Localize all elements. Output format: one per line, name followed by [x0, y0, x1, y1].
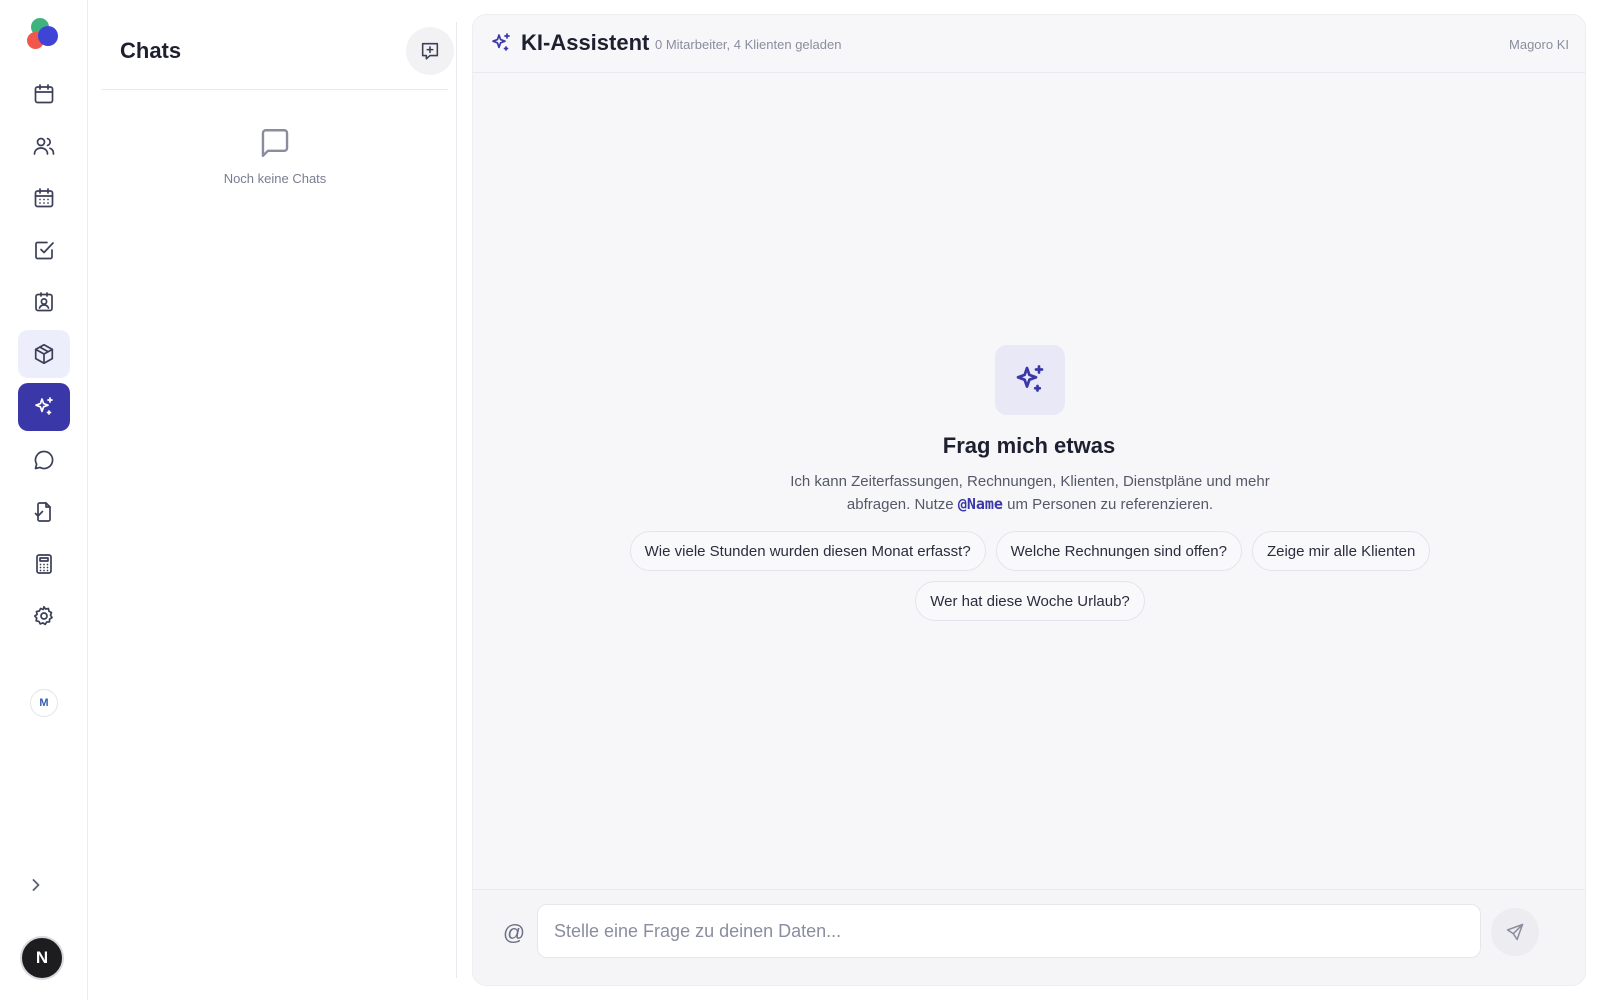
chat-list-header: Chats: [102, 0, 454, 90]
assistant-panel: KI-Assistent 0 Mitarbeiter, 4 Klienten g…: [472, 14, 1586, 986]
brand-label: Magoro KI: [1509, 37, 1569, 52]
send-button[interactable]: [1491, 908, 1539, 956]
calculator-icon[interactable]: [18, 540, 70, 588]
workspace-badge[interactable]: M: [30, 689, 58, 717]
message-square-icon: [261, 129, 289, 157]
sparkles-icon[interactable]: [18, 383, 70, 431]
mention-button[interactable]: @: [501, 920, 527, 946]
users-icon[interactable]: [18, 122, 70, 170]
sparkles-icon: [489, 31, 513, 55]
app-sidebar: M N: [0, 0, 88, 1000]
new-chat-button[interactable]: [406, 27, 454, 75]
contact-card-icon[interactable]: [18, 278, 70, 326]
suggestion-list: Wie viele Stunden wurden diesen Monat er…: [573, 531, 1487, 621]
assistant-header: KI-Assistent 0 Mitarbeiter, 4 Klienten g…: [473, 15, 1585, 73]
chat-list-panel: Chats Noch keine Chats: [88, 0, 460, 1000]
data-status-text: 0 Mitarbeiter, 4 Klienten geladen: [655, 37, 842, 52]
send-icon: [1506, 923, 1524, 941]
empty-state-text: Noch keine Chats: [223, 171, 327, 186]
suggestion-chip[interactable]: Zeige mir alle Klienten: [1251, 531, 1431, 571]
page-title: KI-Assistent: [521, 30, 650, 55]
suggestion-chip[interactable]: Wer hat diese Woche Urlaub?: [915, 581, 1145, 621]
message-plus-icon: [421, 42, 439, 60]
panel-divider: [456, 22, 457, 978]
user-avatar[interactable]: N: [20, 936, 64, 980]
app-logo[interactable]: [27, 18, 59, 52]
empty-state-description: Ich kann Zeiterfassungen, Rechnungen, Kl…: [770, 471, 1290, 516]
chat-list-empty-state: Noch keine Chats: [102, 126, 448, 186]
chat-list-title: Chats: [120, 38, 182, 63]
message-icon[interactable]: [18, 436, 70, 484]
calendar-icon[interactable]: [18, 70, 70, 118]
gear-icon[interactable]: [18, 592, 70, 640]
package-icon[interactable]: [18, 330, 70, 378]
empty-state-title: Frag mich etwas: [942, 433, 1116, 458]
suggestion-chip[interactable]: Wie viele Stunden wurden diesen Monat er…: [629, 531, 986, 571]
mention-example: @Name: [957, 495, 1003, 513]
document-check-icon[interactable]: [18, 488, 70, 536]
chevron-right-icon[interactable]: [26, 875, 46, 895]
checkbox-icon[interactable]: [18, 226, 70, 274]
sparkles-icon: [995, 345, 1065, 415]
composer: @: [473, 889, 1585, 985]
schedule-icon[interactable]: [18, 174, 70, 222]
suggestion-chip[interactable]: Welche Rechnungen sind offen?: [995, 531, 1242, 571]
description-text: um Personen zu referenzieren.: [1002, 496, 1214, 513]
question-input[interactable]: [537, 904, 1481, 958]
